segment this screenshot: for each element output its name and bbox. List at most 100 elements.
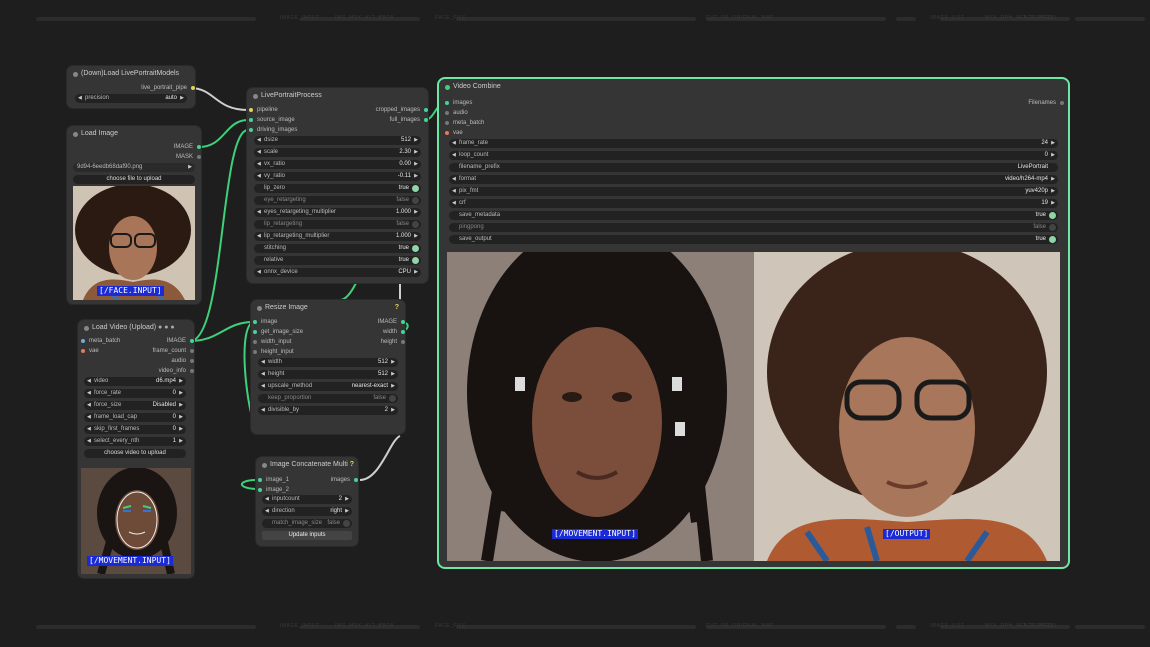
input-source-image[interactable]: source_image <box>249 115 295 125</box>
collapse-dot-icon[interactable] <box>84 326 89 331</box>
vx-ratio-number[interactable]: ◀ vx_ratio 0.00 ▶ <box>254 160 421 169</box>
input-get-image-size[interactable]: get_image_size <box>253 327 303 337</box>
output-image[interactable]: IMAGE <box>167 336 194 346</box>
stitching-toggle[interactable]: stitching true <box>254 244 421 253</box>
output-full-images[interactable]: full_images <box>390 115 428 125</box>
node-load-video[interactable]: Load Video (Upload) ● ● ● meta_batch vae… <box>78 320 194 578</box>
node-title: Image Concatenate Multi ? <box>256 457 358 473</box>
upscale-method-combo[interactable]: ◀ upscale_method nearest-exact ▶ <box>258 382 398 391</box>
movement-input-tag: [/MOVEMENT.INPUT] <box>552 529 638 539</box>
lip-retargeting-multiplier-number[interactable]: ◀ lip_retargeting_multiplier 1.000 ▶ <box>254 232 421 241</box>
output-audio[interactable]: audio <box>171 356 194 366</box>
vy-ratio-number[interactable]: ◀ vy_ratio -0.11 ▶ <box>254 172 421 181</box>
help-icon[interactable]: ? <box>395 304 399 311</box>
output-width[interactable]: width <box>383 327 405 337</box>
save-metadata-toggle[interactable]: save_metadata true <box>449 211 1058 220</box>
image-file-combo[interactable]: 9d94-6eedb68daf90.png ▶ <box>73 163 195 172</box>
output-height[interactable]: height <box>381 337 405 347</box>
keep-proportion-toggle[interactable]: keep_proportion false <box>258 394 398 403</box>
movement-input-preview: [/MOVEMENT.INPUT] <box>81 468 191 574</box>
precision-combo[interactable]: ◀ precision auto ▶ <box>75 94 187 103</box>
onnx-device-combo[interactable]: ◀ onnx_device CPU ▶ <box>254 268 421 277</box>
face-input-preview: [/FACE.INPUT] <box>73 186 195 300</box>
input-meta-batch[interactable]: meta_batch <box>81 336 120 346</box>
save-output-toggle[interactable]: save_output true <box>449 235 1058 244</box>
dsize-number[interactable]: ◀ dsize 512 ▶ <box>254 136 421 145</box>
output-image[interactable]: IMAGE <box>378 317 405 327</box>
badge-icons: ● ● ● <box>158 324 175 331</box>
output-video-info[interactable]: video_info <box>159 366 194 376</box>
node-title: Load Video (Upload) ● ● ● <box>78 320 194 336</box>
direction-combo[interactable]: ◀ direction right ▶ <box>262 507 352 516</box>
update-inputs-button[interactable]: Update inputs <box>262 531 352 540</box>
select-every-nth-number[interactable]: ◀ select_every_nth 1 ▶ <box>84 437 186 446</box>
input-pipeline[interactable]: pipeline <box>249 105 278 115</box>
eye-retargeting-toggle[interactable]: eye_retargeting false <box>254 196 421 205</box>
output-images[interactable]: images <box>331 475 358 485</box>
pingpong-toggle[interactable]: pingpong false <box>449 223 1058 232</box>
match-image-size-toggle[interactable]: match_image_size false <box>262 519 352 528</box>
height-number[interactable]: ◀ height 512 ▶ <box>258 370 398 379</box>
lip-retargeting-toggle[interactable]: lip_retargeting false <box>254 220 421 229</box>
node-title: Resize Image <box>251 300 405 316</box>
input-image-2[interactable]: image_2 <box>258 485 289 495</box>
divisible-by-number[interactable]: ◀ divisible_by 2 ▶ <box>258 406 398 415</box>
choose-video-button[interactable]: choose video to upload <box>84 449 186 458</box>
help-icon[interactable]: ? <box>350 461 354 468</box>
node-load-image[interactable]: Load Image IMAGE MASK 9d94-6eedb68daf90.… <box>67 126 201 304</box>
loop-count-number[interactable]: ◀ loop_count 0 ▶ <box>449 151 1058 160</box>
node-video-combine[interactable]: Video Combine images audio meta_batch va… <box>439 79 1068 567</box>
collapse-dot-icon[interactable] <box>73 72 78 77</box>
relative-toggle[interactable]: relative true <box>254 256 421 265</box>
collapse-dot-icon[interactable] <box>257 306 262 311</box>
input-width[interactable]: width_input <box>253 337 291 347</box>
input-vae[interactable]: vae <box>445 128 463 138</box>
force-size-combo[interactable]: ◀ force_size Disabled ▶ <box>84 401 186 410</box>
face-input-image <box>73 186 195 300</box>
format-combo[interactable]: ◀ format video/h264-mp4 ▶ <box>449 175 1058 184</box>
filename-prefix-input[interactable]: filename_prefix LivePortrait <box>449 163 1058 172</box>
lip-zero-toggle[interactable]: lip_zero true <box>254 184 421 193</box>
output-live-portrait-pipe[interactable]: live_portrait_pipe <box>141 83 195 93</box>
input-image[interactable]: image <box>253 317 277 327</box>
collapse-dot-icon[interactable] <box>445 85 450 90</box>
node-image-concatenate-multi[interactable]: Image Concatenate Multi ? image_1 image_… <box>256 457 358 546</box>
skip-first-frames-number[interactable]: ◀ skip_first_frames 0 ▶ <box>84 425 186 434</box>
width-number[interactable]: ◀ width 512 ▶ <box>258 358 398 367</box>
frame-load-cap-number[interactable]: ◀ frame_load_cap 0 ▶ <box>84 413 186 422</box>
scale-number[interactable]: ◀ scale 2.30 ▶ <box>254 148 421 157</box>
output-cropped-images[interactable]: cropped_images <box>376 105 428 115</box>
arrow-right-icon[interactable]: ▶ <box>180 94 184 103</box>
arrow-left-icon[interactable]: ◀ <box>78 94 82 103</box>
input-images[interactable]: images <box>445 98 472 108</box>
collapse-dot-icon[interactable] <box>253 94 258 99</box>
face-input-tag: [/FACE.INPUT] <box>97 286 164 296</box>
video-preview-image <box>447 252 1060 561</box>
input-audio[interactable]: audio <box>445 108 468 118</box>
input-driving-images[interactable]: driving_images <box>249 125 297 135</box>
video-preview: [/MOVEMENT.INPUT] [/OUTPUT] <box>447 252 1060 561</box>
output-image[interactable]: IMAGE <box>174 142 201 152</box>
collapse-dot-icon[interactable] <box>73 132 78 137</box>
input-meta-batch[interactable]: meta_batch <box>445 118 484 128</box>
node-load-liveportrait-models[interactable]: (Down)Load LivePortraitModels live_portr… <box>67 66 195 108</box>
node-liveportrait-process[interactable]: LivePortraitProcess pipeline source_imag… <box>247 88 428 283</box>
collapse-dot-icon[interactable] <box>262 463 267 468</box>
force-rate-number[interactable]: ◀ force_rate 0 ▶ <box>84 389 186 398</box>
input-vae[interactable]: vae <box>81 346 99 356</box>
inputcount-number[interactable]: ◀ inputcount 2 ▶ <box>262 495 352 504</box>
output-frame-count[interactable]: frame_count <box>153 346 194 356</box>
input-image-1[interactable]: image_1 <box>258 475 289 485</box>
eyes-retargeting-multiplier-number[interactable]: ◀ eyes_retargeting_multiplier 1.000 ▶ <box>254 208 421 217</box>
crf-number[interactable]: ◀ crf 19 ▶ <box>449 199 1058 208</box>
output-mask[interactable]: MASK <box>176 152 201 162</box>
arrow-right-icon[interactable]: ▶ <box>188 163 192 172</box>
pix-fmt-combo[interactable]: ◀ pix_fmt yuv420p ▶ <box>449 187 1058 196</box>
video-combo[interactable]: ◀ video d6.mp4 ▶ <box>84 377 186 386</box>
input-height[interactable]: height_input <box>253 347 294 357</box>
node-resize-image[interactable]: Resize Image ? image get_image_size widt… <box>251 300 405 434</box>
output-filenames[interactable]: Filenames <box>1028 98 1064 108</box>
frame-rate-number[interactable]: ◀ frame_rate 24 ▶ <box>449 139 1058 148</box>
movement-input-tag: [/MOVEMENT.INPUT] <box>87 556 173 566</box>
choose-file-button[interactable]: choose file to upload <box>73 175 195 184</box>
